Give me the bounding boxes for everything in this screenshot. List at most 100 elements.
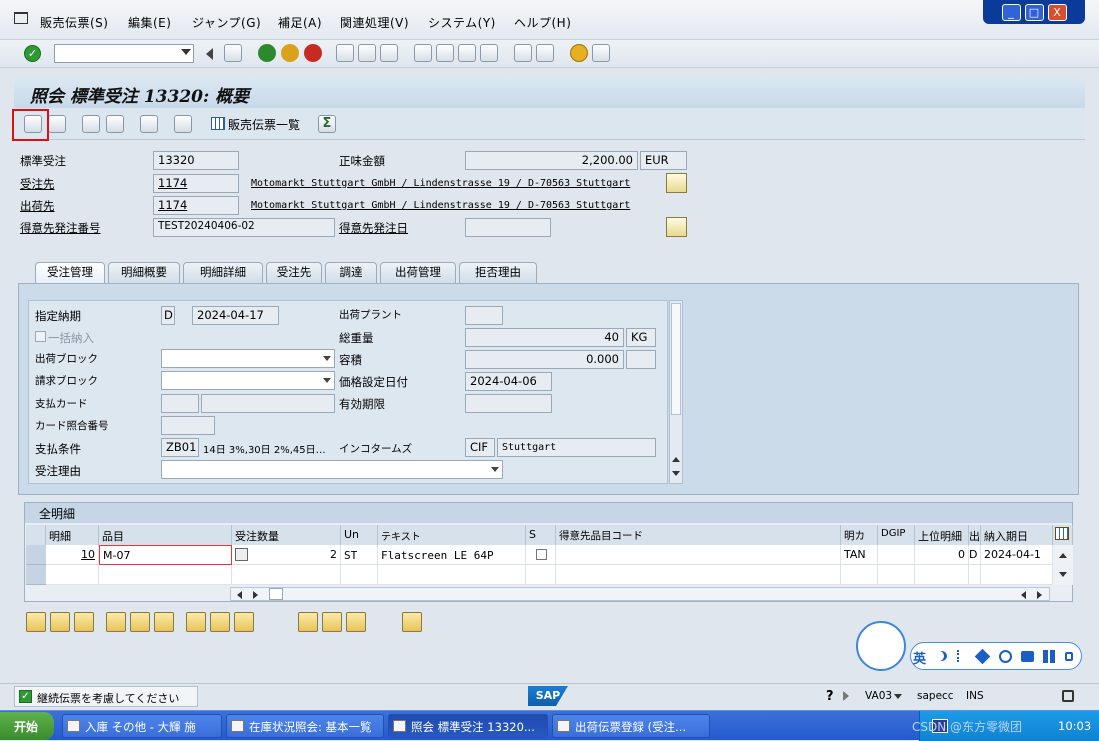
start-button[interactable]: 开始	[0, 712, 54, 740]
row-selector[interactable]	[26, 565, 46, 585]
command-field[interactable]	[54, 44, 194, 63]
col-material[interactable]: 品目	[99, 525, 232, 545]
col-delivery-date[interactable]: 納入期日	[981, 525, 1053, 545]
taskbar-item[interactable]: 入庫 その他 - 大輝 施	[62, 714, 222, 738]
col-unit[interactable]: Un	[341, 525, 378, 545]
find-next-icon[interactable]	[380, 44, 398, 62]
scroll-thumb[interactable]	[269, 588, 283, 600]
order-home-icon[interactable]	[140, 115, 158, 133]
tab-shipping[interactable]: 出荷管理	[380, 262, 456, 283]
new-session-icon[interactable]	[514, 44, 532, 62]
total-weight-field[interactable]: 40	[465, 328, 624, 347]
select-all-cell[interactable]	[26, 525, 46, 545]
menu-help[interactable]: ヘルプ(H)	[514, 14, 571, 31]
empty-cell[interactable]	[915, 565, 969, 585]
check-icon[interactable]	[48, 115, 66, 133]
table-row-customer-material[interactable]	[556, 545, 841, 565]
select-block-icon[interactable]	[154, 612, 174, 632]
col-dgip[interactable]: DGIP	[878, 525, 915, 545]
table-row-higher-item[interactable]: 0	[915, 545, 969, 565]
incoterms-field[interactable]: CIF	[465, 438, 495, 457]
card-verification-field[interactable]	[161, 416, 215, 435]
chevron-down-icon[interactable]	[491, 467, 499, 472]
tab-item-detail[interactable]: 明細詳細	[183, 262, 263, 283]
col-text[interactable]: テキスト	[378, 525, 526, 545]
tab-item-overview[interactable]: 明細概要	[108, 262, 180, 283]
back-icon[interactable]	[258, 44, 276, 62]
sold-to-field[interactable]: 1174	[153, 174, 239, 193]
chevron-down-icon[interactable]	[323, 356, 331, 361]
scroll-down-icon[interactable]	[1059, 572, 1067, 577]
deselect-all-icon[interactable]	[130, 612, 150, 632]
po-number-label[interactable]: 得意先発注番号	[20, 220, 101, 236]
plant-field[interactable]	[465, 306, 503, 325]
table-row-dgip[interactable]	[878, 545, 915, 565]
empty-cell[interactable]	[969, 565, 981, 585]
col-item[interactable]: 明細	[46, 525, 99, 545]
order-number-field[interactable]: 13320	[153, 151, 239, 170]
po-date-field[interactable]	[465, 218, 551, 237]
minimize-button[interactable]: _	[1001, 3, 1021, 21]
taskbar-item-active[interactable]: 照会 標準受注 13320...	[388, 714, 548, 738]
col-s[interactable]: S	[526, 525, 556, 545]
table-row-material[interactable]: M-07	[99, 545, 232, 565]
col-customer-material[interactable]: 得意先品目コード	[556, 525, 841, 545]
req-delivery-type-field[interactable]: D	[161, 306, 175, 325]
sub-items-icon[interactable]	[402, 612, 422, 632]
empty-cell[interactable]	[878, 565, 915, 585]
valid-to-field[interactable]	[465, 394, 552, 413]
punctuation-icon[interactable]	[957, 650, 967, 662]
grid-icon[interactable]	[1043, 650, 1056, 663]
empty-cell[interactable]	[99, 565, 232, 585]
item-detail-icon[interactable]	[26, 612, 46, 632]
po-number-field[interactable]: TEST20240406-02	[153, 218, 335, 237]
shortcut-icon[interactable]	[536, 44, 554, 62]
search-partner-icon[interactable]	[666, 217, 687, 237]
scroll-thumb[interactable]	[671, 303, 681, 415]
quantity-copy-icon[interactable]	[235, 548, 248, 561]
document-flow-icon[interactable]	[174, 115, 192, 133]
scroll-down-icon[interactable]	[672, 471, 680, 476]
order-reason-dropdown[interactable]	[161, 460, 503, 479]
empty-cell[interactable]	[341, 565, 378, 585]
ime-mascot-icon[interactable]	[856, 621, 906, 671]
header-document-icon[interactable]	[82, 115, 100, 133]
next-page-icon[interactable]	[458, 44, 476, 62]
table-row-delivery-date[interactable]: 2024-04-1	[981, 545, 1053, 565]
empty-cell[interactable]	[556, 565, 841, 585]
menu-icon[interactable]	[14, 12, 28, 24]
chevron-down-icon[interactable]	[894, 694, 902, 699]
status-expand-icon[interactable]	[843, 691, 849, 701]
ime-language[interactable]: 英	[913, 648, 926, 667]
incoterms-place-field[interactable]: Stuttgart	[497, 438, 656, 457]
ship-to-address[interactable]: Motomarkt Stuttgart GmbH / Lindenstrasse…	[251, 200, 630, 211]
table-row-out[interactable]: D	[969, 545, 981, 565]
currency-field[interactable]: EUR	[640, 151, 687, 170]
tab-ordering-party[interactable]: 受注先	[266, 262, 322, 283]
find-icon[interactable]	[358, 44, 376, 62]
s-checkbox[interactable]	[536, 549, 547, 560]
first-page-icon[interactable]	[414, 44, 432, 62]
table-row-item[interactable]: 10	[46, 545, 99, 565]
col-higher-item[interactable]: 上位明細	[915, 525, 969, 545]
menu-goto[interactable]: ジャンプ(G)	[192, 14, 261, 31]
scroll-left-icon[interactable]	[1021, 591, 1026, 599]
table-row-text[interactable]: Flatscreen LE 64P	[378, 545, 526, 565]
shirt-icon[interactable]	[1021, 651, 1034, 662]
chevron-down-icon[interactable]	[181, 49, 191, 55]
batch-icon[interactable]	[322, 612, 342, 632]
payment-card-field[interactable]	[201, 394, 335, 413]
availability-icon[interactable]	[298, 612, 318, 632]
menu-extras[interactable]: 補足(A)	[278, 14, 322, 31]
billing-block-dropdown[interactable]	[161, 371, 335, 390]
configuration-icon[interactable]	[210, 612, 230, 632]
payment-terms-field[interactable]: ZB01	[161, 438, 199, 457]
sales-document-list-button[interactable]: 販売伝票一覧	[210, 114, 304, 134]
pricing-date-field[interactable]: 2024-04-06	[465, 372, 552, 391]
ship-to-label[interactable]: 出荷先	[20, 198, 55, 214]
partner-icon[interactable]	[106, 115, 124, 133]
po-date-label[interactable]: 得意先発注日	[339, 220, 408, 236]
menu-environment[interactable]: 関連処理(V)	[340, 14, 409, 31]
empty-cell[interactable]	[841, 565, 878, 585]
lock-icon[interactable]	[1062, 690, 1074, 702]
